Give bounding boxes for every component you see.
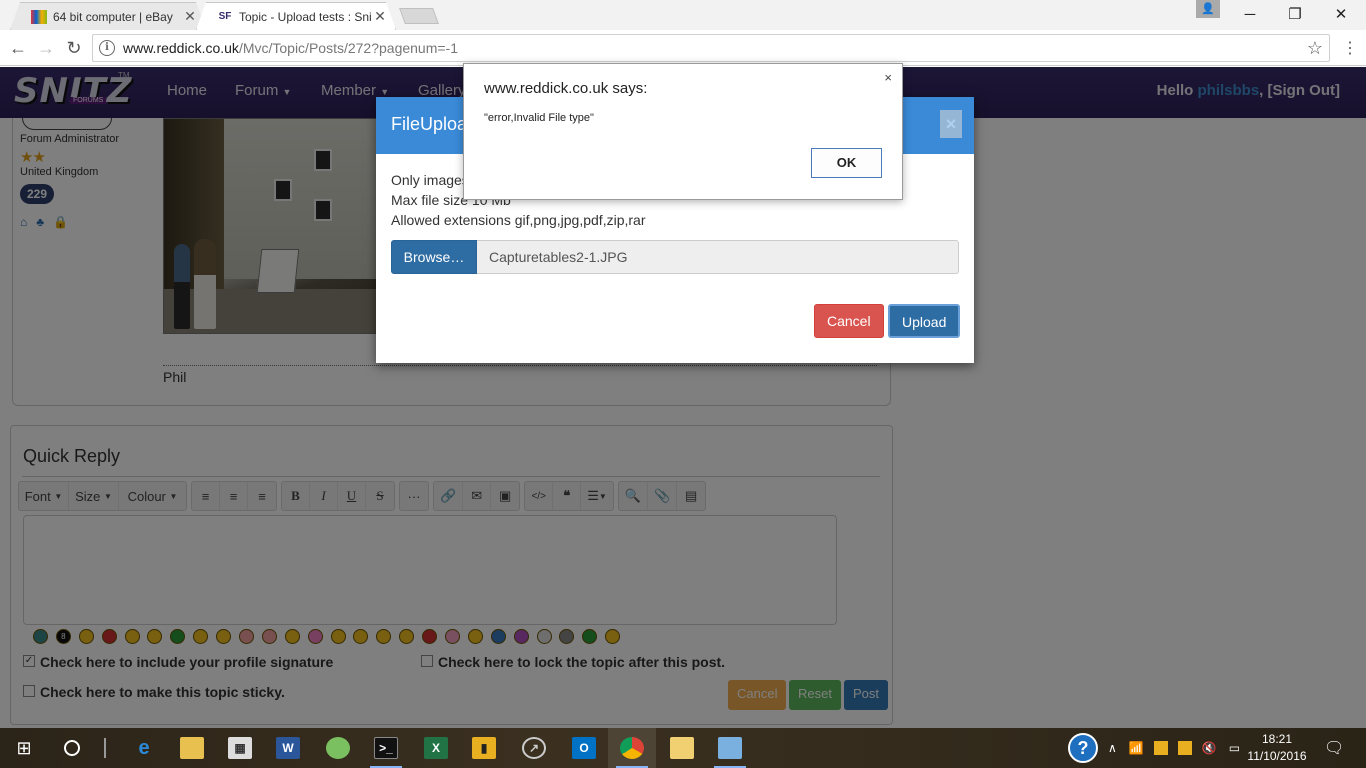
- clock-date: 11/10/2016: [1247, 749, 1307, 763]
- tab-ebay[interactable]: 64 bit computer | eBay ✕: [10, 2, 206, 30]
- excel-icon[interactable]: X: [412, 728, 460, 768]
- close-tab-icon[interactable]: ✕: [373, 8, 387, 25]
- tray-app-icon[interactable]: [1177, 741, 1192, 755]
- browse-button[interactable]: Browse…: [391, 240, 477, 274]
- url-host: www.reddick.co.uk: [123, 40, 239, 56]
- modal-close-icon[interactable]: ×: [940, 110, 962, 138]
- tray-app-icon[interactable]: [1153, 741, 1168, 755]
- url-path: /Mvc/Topic/Posts/272?pagenum=-1: [238, 40, 459, 56]
- upload-info-extensions: Allowed extensions gif,png,jpg,pdf,zip,r…: [391, 212, 646, 228]
- edge-icon[interactable]: e: [120, 728, 168, 768]
- app-yellow-icon[interactable]: ▮: [460, 728, 508, 768]
- outlook-icon[interactable]: O: [560, 728, 608, 768]
- ok-button[interactable]: OK: [811, 148, 882, 178]
- volume-icon[interactable]: 🔇: [1202, 741, 1217, 755]
- chrome-icon[interactable]: [608, 728, 656, 768]
- app-disk-icon[interactable]: [314, 728, 362, 768]
- battery-icon[interactable]: ▭: [1229, 741, 1240, 755]
- upload-info-images: Only images: [391, 172, 469, 188]
- url-input[interactable]: i www.reddick.co.uk/Mvc/Topic/Posts/272?…: [92, 34, 1330, 62]
- windows-start-icon[interactable]: ⊞: [0, 728, 48, 768]
- profile-icon[interactable]: 👤: [1196, 0, 1220, 18]
- store-icon[interactable]: ▦: [216, 728, 264, 768]
- cancel-button[interactable]: Cancel: [814, 304, 884, 338]
- tab-label: 64 bit computer | eBay: [53, 9, 173, 24]
- info-icon[interactable]: i: [99, 40, 115, 56]
- tab-snitz[interactable]: SF Topic - Upload tests : Sni ✕: [196, 2, 396, 30]
- app-compass-icon[interactable]: ↗: [510, 728, 558, 768]
- new-tab-button[interactable]: [399, 8, 439, 24]
- app-folder-icon[interactable]: [658, 728, 706, 768]
- word-icon[interactable]: W: [264, 728, 312, 768]
- tray-expand-icon[interactable]: ∧: [1108, 741, 1117, 755]
- snitz-favicon: SF: [218, 11, 232, 22]
- clock-time: 18:21: [1261, 732, 1293, 746]
- taskbar-clock[interactable]: 18:21 11/10/2016: [1244, 731, 1310, 765]
- browser-tab-bar: 64 bit computer | eBay ✕ SF Topic - Uplo…: [0, 0, 1366, 30]
- app-network-icon[interactable]: [706, 728, 754, 768]
- selected-file-field[interactable]: Capturetables2-1.JPG: [477, 240, 959, 274]
- browser-menu-icon[interactable]: ⋮: [1342, 38, 1358, 58]
- cmd-icon[interactable]: >_: [362, 728, 410, 768]
- windows-taskbar: ⊞ e ▦ W >_ X ▮ ↗ O ? ∧ 📶 🔇 ▭ 18:21 11/10…: [0, 728, 1366, 768]
- help-icon[interactable]: ?: [1068, 733, 1098, 763]
- alert-title: www.reddick.co.uk says:: [484, 80, 648, 97]
- file-explorer-icon[interactable]: [168, 728, 216, 768]
- bookmark-star-icon[interactable]: ☆: [1307, 38, 1323, 59]
- alert-close-icon[interactable]: ×: [884, 70, 892, 85]
- notifications-icon[interactable]: 🗨: [1324, 728, 1344, 768]
- close-window-icon[interactable]: ✕: [1318, 0, 1364, 28]
- close-tab-icon[interactable]: ✕: [183, 8, 197, 25]
- system-tray: ? ∧ 📶 🔇 ▭: [1068, 728, 1240, 768]
- address-bar-row: ← → ↻ i www.reddick.co.uk/Mvc/Topic/Post…: [0, 30, 1366, 66]
- minimize-icon[interactable]: ─: [1227, 0, 1273, 28]
- ebay-favicon: [31, 10, 47, 24]
- reload-icon[interactable]: ↻: [62, 36, 86, 60]
- back-arrow-icon[interactable]: ←: [6, 36, 30, 60]
- wifi-icon[interactable]: 📶: [1129, 741, 1144, 755]
- alert-dialog: www.reddick.co.uk says: × "error,Invalid…: [463, 63, 903, 200]
- tab-label: Topic - Upload tests : Sni: [239, 9, 372, 24]
- alert-message: "error,Invalid File type": [484, 112, 594, 124]
- upload-button[interactable]: Upload: [888, 304, 961, 338]
- restore-icon[interactable]: ❐: [1272, 0, 1318, 28]
- cortana-icon[interactable]: [48, 728, 96, 768]
- task-view-divider: [96, 728, 114, 768]
- forward-arrow-icon[interactable]: →: [34, 36, 58, 60]
